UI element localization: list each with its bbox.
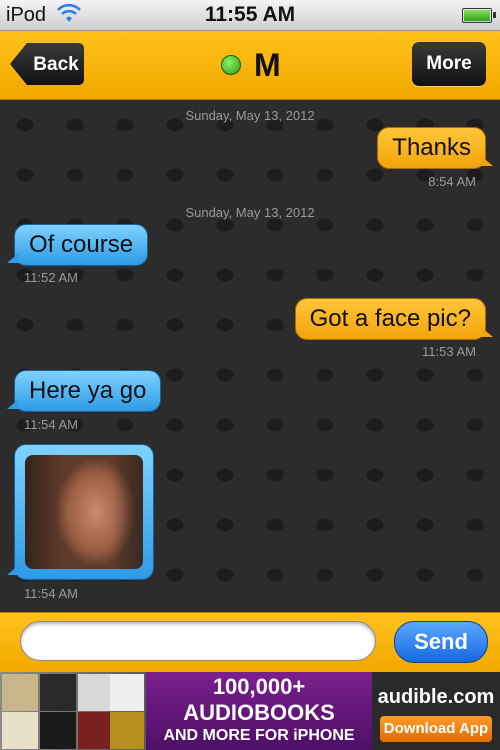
- composer-bar: Send: [0, 612, 500, 673]
- outgoing-message-bubble[interactable]: Got a face pic?: [294, 298, 493, 340]
- message-timestamp: 11:54 AM: [24, 586, 78, 601]
- outgoing-message-bubble[interactable]: Thanks: [377, 127, 493, 169]
- message-input[interactable]: [20, 621, 376, 661]
- date-separator: Sunday, May 13, 2012: [185, 108, 315, 123]
- message-text: Got a face pic?: [309, 305, 471, 332]
- back-button-label: Back: [33, 54, 79, 75]
- ad-banner[interactable]: 100,000+ AUDIOBOOKS AND MORE FOR iPHONE …: [0, 672, 500, 750]
- battery-icon: [462, 8, 496, 23]
- send-button[interactable]: Send: [394, 621, 488, 663]
- message-timestamp: 11:52 AM: [24, 270, 78, 285]
- message-text: Thanks: [392, 134, 471, 161]
- ad-brand-panel: audible.com Download App: [372, 672, 500, 750]
- incoming-image-bubble[interactable]: [7, 444, 154, 580]
- chat-thread[interactable]: Sunday, May 13, 2012 Thanks 8:54 AM Sund…: [0, 100, 500, 610]
- status-bar: iPod 11:55 AM: [0, 0, 500, 31]
- message-timestamp: 8:54 AM: [428, 174, 476, 189]
- download-app-button[interactable]: Download App: [380, 716, 492, 742]
- ad-line1: 100,000+: [212, 674, 306, 699]
- ad-headline: 100,000+ AUDIOBOOKS AND MORE FOR iPHONE: [146, 672, 372, 750]
- back-button[interactable]: Back: [9, 42, 85, 86]
- ad-line2: AUDIOBOOKS: [183, 700, 335, 725]
- message-text: Of course: [29, 231, 134, 258]
- ad-line3: AND MORE FOR iPHONE: [163, 727, 355, 744]
- message-timestamp: 11:54 AM: [24, 417, 78, 432]
- status-time: 11:55 AM: [204, 3, 296, 26]
- date-separator: Sunday, May 13, 2012: [185, 205, 315, 220]
- message-text: Here ya go: [29, 377, 147, 404]
- ad-brand-logo: audible.com: [377, 686, 495, 708]
- nav-bar: Back M More: [0, 31, 500, 100]
- message-timestamp: 11:53 AM: [422, 344, 476, 359]
- more-button[interactable]: More: [412, 42, 486, 86]
- ad-book-covers: [0, 672, 146, 750]
- incoming-message-bubble[interactable]: Here ya go: [7, 370, 162, 412]
- chat-title: M: [254, 47, 281, 83]
- incoming-message-bubble[interactable]: Of course: [7, 224, 149, 266]
- photo-thumbnail[interactable]: [25, 455, 143, 569]
- online-status-icon: [221, 55, 241, 75]
